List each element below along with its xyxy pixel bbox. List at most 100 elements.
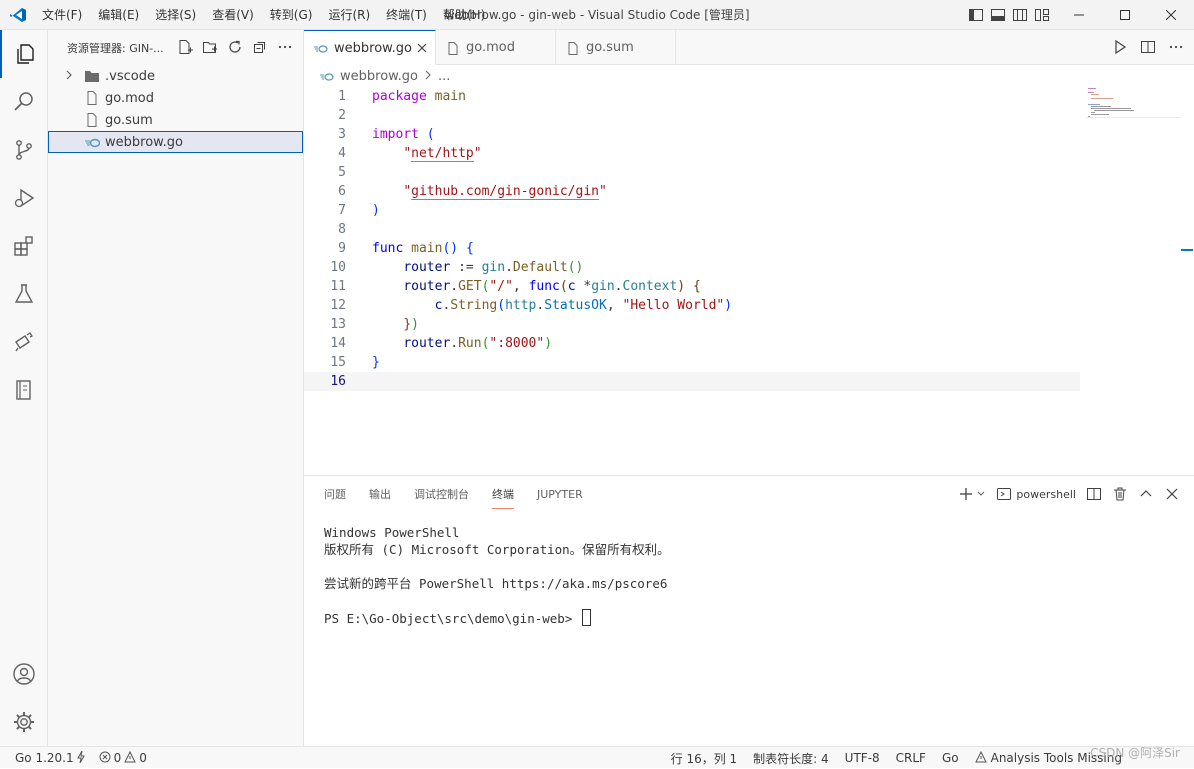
menu-file[interactable]: 文件(F) xyxy=(34,0,90,30)
minimize-icon[interactable] xyxy=(1056,0,1102,30)
customize-layout-icon[interactable] xyxy=(1034,7,1050,23)
settings-gear-icon[interactable] xyxy=(0,698,48,746)
tree-item-label: go.mod xyxy=(105,90,154,106)
terminal-shell-icon xyxy=(996,486,1012,502)
breadcrumb-file[interactable]: webbrow.go xyxy=(340,69,418,84)
go-file-icon xyxy=(314,41,328,55)
close-window-icon[interactable] xyxy=(1148,0,1194,30)
explorer-icon[interactable] xyxy=(0,30,48,78)
extensions-icon[interactable] xyxy=(0,222,48,270)
run-debug-icon[interactable] xyxy=(0,174,48,222)
line-number: 2 xyxy=(338,108,346,123)
menu-go[interactable]: 转到(G) xyxy=(262,0,321,30)
code-line: 5 xyxy=(304,163,1080,182)
menu-view[interactable]: 查看(V) xyxy=(204,0,262,30)
notebook-icon[interactable] xyxy=(0,366,48,414)
terminal-output[interactable]: Windows PowerShell 版权所有 (C) Microsoft Co… xyxy=(324,524,670,626)
line-number: 12 xyxy=(330,298,346,313)
split-terminal-icon[interactable] xyxy=(1086,486,1102,502)
toggle-panel-icon[interactable] xyxy=(990,7,1006,23)
tab-go-mod[interactable]: go.mod xyxy=(436,30,556,65)
breadcrumb-more[interactable]: ... xyxy=(438,69,450,84)
code-line-current: 16 xyxy=(304,372,1080,391)
trash-icon[interactable] xyxy=(1112,486,1128,502)
code-line: 9 func main() { xyxy=(304,239,1080,258)
tree-item-webbrow-go[interactable]: webbrow.go xyxy=(48,131,303,153)
code-text: "net/http" xyxy=(403,146,482,162)
source-control-icon[interactable] xyxy=(0,126,48,174)
cursor-position[interactable]: 行 16，列 1 xyxy=(671,750,738,767)
tab-debug-console[interactable]: 调试控制台 xyxy=(414,486,469,510)
menu-help[interactable]: 帮助(H) xyxy=(435,0,493,30)
maximize-icon[interactable] xyxy=(1102,0,1148,30)
code-line: 4 "net/http" xyxy=(304,144,1080,163)
breadcrumb: webbrow.go ... xyxy=(304,65,1194,87)
line-number: 8 xyxy=(338,222,346,237)
explorer-header: 资源管理器: GIN-... xyxy=(48,30,303,65)
tab-output[interactable]: 输出 xyxy=(369,486,391,510)
menu-selection[interactable]: 选择(S) xyxy=(147,0,204,30)
close-tab-icon[interactable] xyxy=(415,41,429,55)
minimap[interactable] xyxy=(1086,87,1180,127)
end-of-line[interactable]: CRLF xyxy=(896,751,926,765)
terminal-prompt-line: PS E:\Go-Object\src\demo\gin-web> xyxy=(324,609,670,626)
tab-jupyter[interactable]: JUPYTER xyxy=(537,486,583,510)
menu-terminal[interactable]: 终端(T) xyxy=(378,0,435,30)
split-editor-icon[interactable] xyxy=(1140,39,1156,55)
code-line: 14 router.Run(":8000") xyxy=(304,334,1080,353)
layout-controls xyxy=(968,7,1050,23)
error-icon xyxy=(99,751,111,766)
tab-terminal[interactable]: 终端 xyxy=(492,486,514,510)
problems-item[interactable]: 0 0 xyxy=(99,750,147,766)
code-line: 13 }) xyxy=(304,315,1080,334)
maximize-panel-icon[interactable] xyxy=(1138,486,1154,502)
tree-item-label: go.sum xyxy=(105,112,153,128)
encoding[interactable]: UTF-8 xyxy=(845,751,880,765)
run-icon[interactable] xyxy=(1112,39,1128,55)
code-line: 3 import ( xyxy=(304,125,1080,144)
language-mode[interactable]: Go xyxy=(942,751,959,765)
tree-item-go-mod[interactable]: go.mod xyxy=(48,87,303,109)
tab-webbrow-go[interactable]: webbrow.go xyxy=(304,30,436,65)
tab-size[interactable]: 制表符长度: 4 xyxy=(753,750,829,767)
remote-explorer-icon[interactable] xyxy=(0,318,48,366)
code-text: c.String(http.StatusOK, "Hello World") xyxy=(434,298,733,313)
toggle-sidebar-icon[interactable] xyxy=(968,7,984,23)
tree-item-vscode-folder[interactable]: .vscode xyxy=(48,65,303,87)
tab-go-sum[interactable]: go.sum xyxy=(556,30,676,65)
collapse-all-icon[interactable] xyxy=(252,39,268,55)
menu-run[interactable]: 运行(R) xyxy=(320,0,378,30)
code-line: 7) xyxy=(304,201,1080,220)
close-panel-icon[interactable] xyxy=(1164,486,1180,502)
explorer-title: 资源管理器: GIN-... xyxy=(67,41,164,55)
refresh-icon[interactable] xyxy=(227,39,243,55)
window-controls xyxy=(1056,0,1194,30)
chevron-down-icon[interactable] xyxy=(976,486,986,502)
new-terminal-icon[interactable] xyxy=(958,486,974,502)
search-icon[interactable] xyxy=(0,78,48,126)
code-line: 6 "github.com/gin-gonic/gin" xyxy=(304,182,1080,201)
tab-problems[interactable]: 问题 xyxy=(324,486,346,510)
go-version-item[interactable]: Go 1.20.1 xyxy=(15,750,85,766)
testing-icon[interactable] xyxy=(0,270,48,318)
line-number: 13 xyxy=(330,317,346,332)
account-icon[interactable] xyxy=(0,650,48,698)
terminal-shell-name[interactable]: powershell xyxy=(1016,488,1076,501)
code-editor[interactable]: 1 package main 2 3 import ( 4 "net/http" 5… xyxy=(304,87,1084,472)
more-actions-icon[interactable] xyxy=(277,39,293,55)
explorer-actions xyxy=(177,39,293,55)
line-number: 9 xyxy=(338,241,346,256)
terminal-prompt: PS E:\Go-Object\src\demo\gin-web> xyxy=(324,611,580,626)
new-folder-icon[interactable] xyxy=(202,39,218,55)
menu-edit[interactable]: 编辑(E) xyxy=(90,0,147,30)
tree-item-go-sum[interactable]: go.sum xyxy=(48,109,303,131)
new-file-icon[interactable] xyxy=(177,39,193,55)
code-line: 8 xyxy=(304,220,1080,239)
status-bar: Go 1.20.1 0 0 行 16，列 1 制表符长度: 4 UTF-8 CR… xyxy=(0,746,1194,768)
code-line: 15} xyxy=(304,353,1080,372)
code-text: router := gin.Default() xyxy=(403,260,584,275)
line-number: 1 xyxy=(338,89,346,104)
toggle-secondary-sidebar-icon[interactable] xyxy=(1012,7,1028,23)
code-text: }) xyxy=(403,317,419,332)
editor-more-icon[interactable] xyxy=(1168,39,1184,55)
